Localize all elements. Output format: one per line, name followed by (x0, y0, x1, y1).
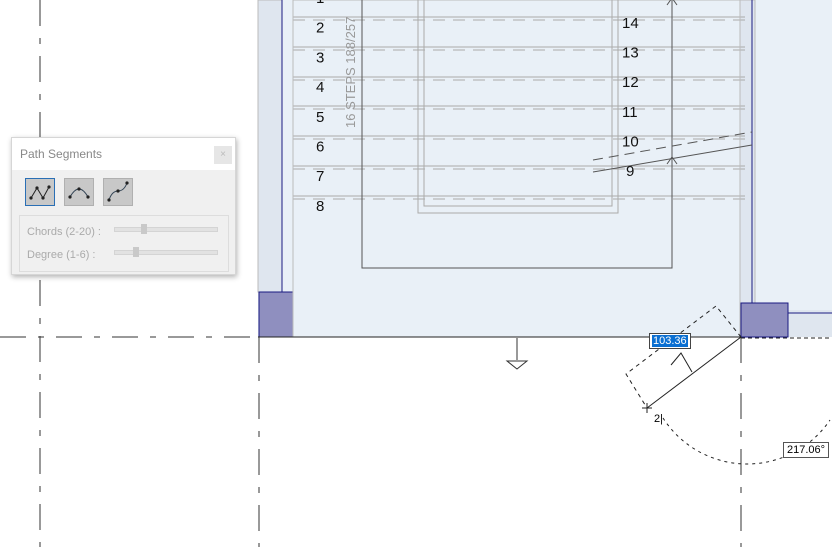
stair-label: 16 STEPS 188/257 (343, 17, 358, 128)
tread-number: 11 (622, 104, 638, 121)
tread-number: 8 (316, 198, 324, 215)
tread-number: 5 (316, 109, 324, 126)
spline-button[interactable] (103, 178, 133, 206)
degree-label: Degree (1-6) : (27, 249, 96, 261)
degree-thumb[interactable] (133, 247, 139, 257)
chords-button[interactable] (25, 178, 55, 206)
chords-label: Chords (2-20) : (27, 226, 101, 238)
tread-number: 12 (622, 74, 639, 91)
settings-group: Chords (2-20) : Degree (1-6) : (19, 215, 229, 272)
tread-number: 2 (316, 20, 324, 37)
arc-icon (68, 187, 90, 199)
chords-thumb[interactable] (141, 224, 147, 234)
length-dimension-input[interactable]: 103.36 (649, 333, 691, 349)
close-button[interactable]: × (214, 146, 232, 164)
right-wall (739, 0, 756, 304)
tread-number: 9 (626, 163, 634, 180)
tread-number: 6 (316, 139, 324, 156)
length-value[interactable]: 103.36 (652, 335, 688, 347)
panel-titlebar[interactable]: Path Segments × (12, 138, 235, 170)
column-left (258, 291, 294, 338)
tread-number: 10 (622, 133, 639, 150)
chords-icon (29, 185, 51, 200)
spline-icon (107, 181, 129, 202)
degree-slider[interactable] (114, 247, 218, 257)
level-marker (505, 338, 529, 370)
arc-button[interactable] (64, 178, 94, 206)
tread-number: 1 (316, 0, 324, 7)
column-right (740, 302, 789, 338)
tread-number: 13 (622, 45, 639, 62)
left-wall (257, 0, 283, 293)
chords-slider[interactable] (114, 224, 218, 234)
tread-number: 3 (316, 49, 324, 66)
snap-marker: 2| (654, 413, 663, 425)
tread-number: 7 (316, 168, 324, 185)
tread-number: 4 (316, 79, 324, 96)
path-segments-panel: Path Segments × Chords (2-20) : Degree (1… (11, 137, 236, 275)
tread-number: 14 (622, 15, 639, 32)
panel-title: Path Segments (20, 147, 103, 161)
angle-dimension[interactable]: 217.06° (783, 442, 830, 458)
